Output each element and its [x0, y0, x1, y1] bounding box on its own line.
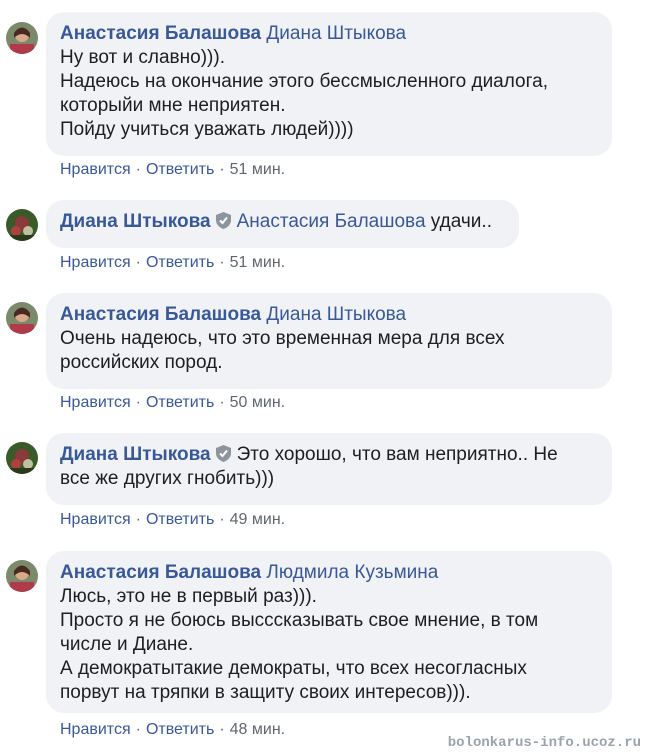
comment-actions: Нравится · Ответить · 48 мин.	[60, 720, 285, 740]
comment-text-line: Пойду учиться уважать людей))))	[60, 119, 354, 140]
separator: ·	[219, 254, 225, 271]
comment-text-line: Люсь, это не в первый раз))).	[60, 586, 317, 607]
watermark: bolonkarus-info.ucoz.ru	[447, 735, 641, 751]
avatar[interactable]	[6, 209, 38, 241]
comment-author[interactable]: Диана Штыкова	[60, 444, 211, 465]
comment-text-line: Это хорошо, что вам неприятно.. Не	[236, 444, 558, 465]
like-link[interactable]: Нравится	[60, 161, 131, 178]
like-link[interactable]: Нравится	[60, 394, 131, 411]
separator: ·	[219, 161, 225, 178]
comment-mention[interactable]: Людмила Кузьмина	[266, 562, 438, 583]
separator: ·	[135, 394, 141, 411]
comment-bubble: Анастасия Балашова Людмила Кузьмина Люсь…	[46, 551, 612, 713]
separator: ·	[135, 511, 141, 528]
comment-bubble: Диана Штыкова Анастасия Балашова удачи..	[46, 200, 519, 248]
avatar[interactable]	[6, 442, 38, 474]
avatar[interactable]	[6, 22, 38, 54]
comment-text-line: которыйи мне неприятен.	[60, 95, 286, 116]
comment-time[interactable]: 49 мин.	[230, 511, 285, 528]
comment-author[interactable]: Анастасия Балашова	[60, 304, 261, 325]
comment-author[interactable]: Диана Штыкова	[60, 211, 211, 232]
separator: ·	[219, 511, 225, 528]
comment-text-line: Ну вот и славно))).	[60, 47, 225, 68]
comment-actions: Нравится · Ответить · 51 мин.	[60, 253, 285, 273]
comment-text-line: все же других гнобить)))	[60, 468, 275, 489]
like-link[interactable]: Нравится	[60, 254, 131, 271]
comment-bubble: Анастасия Балашова Диана Штыкова Очень н…	[46, 293, 612, 389]
separator: ·	[219, 721, 225, 738]
comment-author[interactable]: Анастасия Балашова	[60, 562, 261, 583]
comment-text-line: Надеюсь на окончание этого бессмысленног…	[60, 71, 548, 92]
avatar[interactable]	[6, 302, 38, 334]
avatar[interactable]	[6, 560, 38, 592]
comment-bubble: Диана Штыкова Это хорошо, что вам неприят…	[46, 433, 612, 505]
reply-link[interactable]: Ответить	[146, 161, 214, 178]
comment-text-line: порвут на тряпки в защиту своих интересо…	[60, 682, 471, 703]
separator: ·	[135, 254, 141, 271]
comment-mention[interactable]: Анастасия Балашова	[237, 211, 426, 232]
comment-text-line: числе и Диане.	[60, 634, 194, 655]
comment-actions: Нравится · Ответить · 49 мин.	[60, 510, 285, 530]
reply-link[interactable]: Ответить	[146, 511, 214, 528]
verified-shield-icon	[215, 212, 231, 229]
comment-bubble: Анастасия Балашова Диана Штыкова Ну вот …	[46, 12, 612, 156]
reply-link[interactable]: Ответить	[146, 721, 214, 738]
reply-link[interactable]: Ответить	[146, 394, 214, 411]
comment-time[interactable]: 50 мин.	[230, 394, 285, 411]
comment-text-line: Очень надеюсь, что это временная мера дл…	[60, 328, 505, 349]
separator: ·	[135, 161, 141, 178]
separator: ·	[135, 721, 141, 738]
like-link[interactable]: Нравится	[60, 721, 131, 738]
comment-mention[interactable]: Диана Штыкова	[266, 23, 406, 44]
verified-shield-icon	[215, 445, 231, 462]
comment-text-line: российских пород.	[60, 352, 223, 373]
comment-mention[interactable]: Диана Штыкова	[266, 304, 406, 325]
comment-time[interactable]: 51 мин.	[230, 161, 285, 178]
comment-time[interactable]: 48 мин.	[230, 721, 285, 738]
separator: ·	[219, 394, 225, 411]
like-link[interactable]: Нравится	[60, 511, 131, 528]
comment-time[interactable]: 51 мин.	[230, 254, 285, 271]
comment-text-line: удачи..	[430, 211, 492, 232]
comment-author[interactable]: Анастасия Балашова	[60, 23, 261, 44]
comment-text-line: Просто я не боюсь высссказывать свое мне…	[60, 610, 539, 631]
reply-link[interactable]: Ответить	[146, 254, 214, 271]
comment-actions: Нравится · Ответить · 51 мин.	[60, 160, 285, 180]
comment-text-line: А демократытакие демократы, что всех нес…	[60, 658, 527, 679]
comment-actions: Нравится · Ответить · 50 мин.	[60, 393, 285, 413]
